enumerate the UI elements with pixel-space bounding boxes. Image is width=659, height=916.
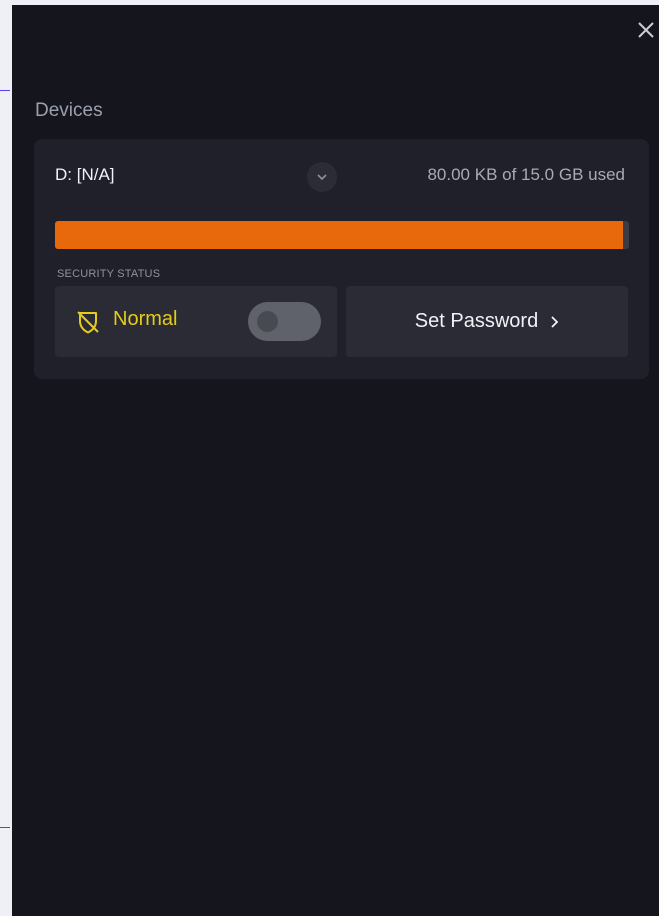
close-button[interactable]: [633, 17, 659, 43]
close-icon: [638, 22, 654, 38]
drive-name: D: [N/A]: [55, 165, 115, 184]
security-toggle-knob: [257, 311, 278, 332]
expand-device-button[interactable]: [307, 162, 337, 192]
security-status-box: Normal: [55, 286, 337, 357]
shield-off-icon: [77, 311, 99, 334]
usage-bar: [55, 221, 629, 249]
devices-panel: Devices D: [N/A] 80.00 KB of 15.0 GB use…: [12, 5, 659, 916]
security-status-label: SECURITY STATUS: [57, 268, 161, 280]
usage-bar-fill: [55, 221, 624, 249]
security-toggle[interactable]: [248, 302, 321, 341]
set-password-label: Set Password: [414, 310, 539, 332]
security-status-text: Normal: [113, 308, 178, 330]
chevron-right-icon: [551, 315, 559, 328]
device-card: D: [N/A] 80.00 KB of 15.0 GB used SECURI…: [34, 139, 649, 379]
set-password-button[interactable]: Set Password: [346, 286, 628, 357]
backdrop-line-top: [0, 90, 10, 91]
usage-text: 80.00 KB of 15.0 GB used: [427, 165, 625, 184]
backdrop-line-bottom: [0, 827, 10, 828]
section-title: Devices: [35, 100, 103, 121]
chevron-down-icon: [317, 174, 327, 181]
